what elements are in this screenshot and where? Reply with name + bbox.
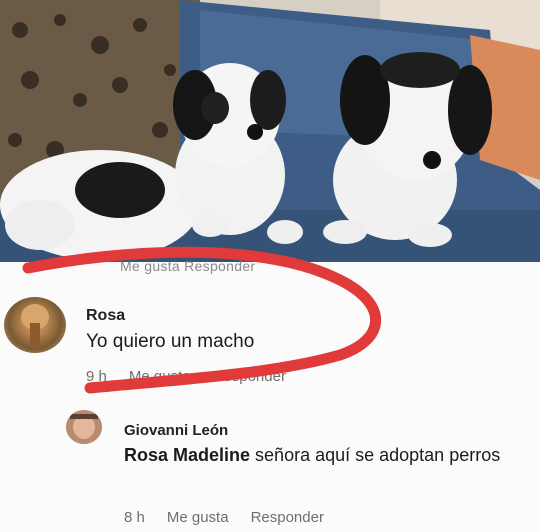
avatar-photo-icon <box>21 304 49 345</box>
reply-text: Rosa Madeline señora aquí se adoptan per… <box>124 444 524 467</box>
reply-body: señora aquí se adoptan perros <box>250 445 501 465</box>
reply-reply-button[interactable]: Responder <box>251 509 324 526</box>
avatar-photo-icon <box>66 410 102 444</box>
comment-time: 9 h <box>86 368 107 385</box>
avatar-giovanni[interactable] <box>66 410 102 444</box>
mention-link[interactable]: Rosa Madeline <box>124 445 250 465</box>
comment-author[interactable]: Rosa <box>86 307 125 325</box>
reply-button[interactable]: Responder <box>213 368 286 385</box>
reply-author[interactable]: Giovanni León <box>124 422 228 439</box>
reply-time: 8 h <box>124 509 145 526</box>
reply-like-button[interactable]: Me gusta <box>167 509 229 526</box>
reply-actions: 8 h Me gusta Responder <box>124 509 324 526</box>
like-button[interactable]: Me gusta <box>129 368 191 385</box>
comment-actions: 9 h Me gusta Responder <box>86 368 286 385</box>
facebook-comment-screenshot: Me gusta Responder Rosa Yo quiero un mac… <box>0 0 540 532</box>
puppies-image <box>0 0 540 262</box>
post-photo-puppies[interactable] <box>0 0 540 262</box>
avatar-rosa[interactable] <box>4 297 66 353</box>
comment-text: Yo quiero un macho <box>86 331 255 352</box>
cutoff-actions-row: Me gusta Responder <box>120 258 256 274</box>
